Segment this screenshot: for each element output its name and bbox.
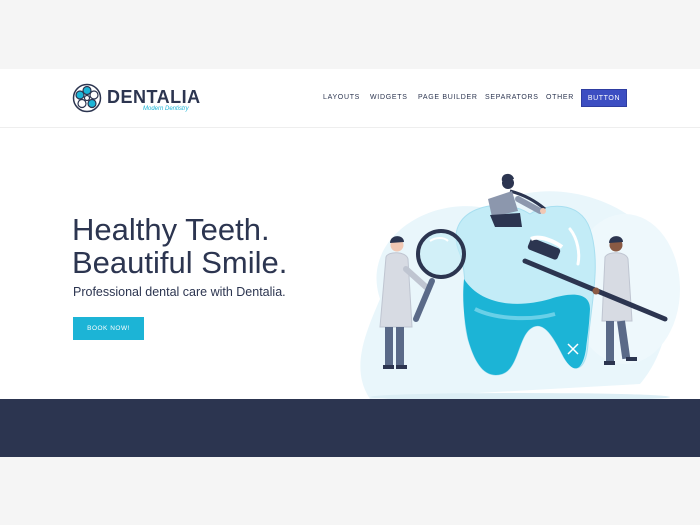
nav-item-layouts[interactable]: LAYOUTS xyxy=(323,94,360,101)
dentists-tooth-illustration-icon xyxy=(360,173,680,401)
hero-subtitle: Professional dental care with Dentalia. xyxy=(73,285,286,299)
nav-item-other[interactable]: OTHER xyxy=(546,94,574,101)
hero-title: Healthy Teeth. Beautiful Smile. xyxy=(72,213,287,279)
header-button[interactable]: BUTTON xyxy=(581,89,627,107)
book-now-button[interactable]: BOOK NOW! xyxy=(73,317,144,340)
hero-title-line-1: Healthy Teeth. xyxy=(72,212,270,247)
nav-item-widgets[interactable]: WIDGETS xyxy=(370,94,408,101)
hero-title-line-2: Beautiful Smile. xyxy=(72,245,288,280)
nav-item-separators[interactable]: SEPARATORS xyxy=(485,94,539,101)
footer-band xyxy=(0,399,700,457)
site-header: DENTALIA Modern Dentistry LAYOUTS WIDGET… xyxy=(0,69,700,128)
nav-item-page-builder[interactable]: PAGE BUILDER xyxy=(418,94,478,101)
tooth-flower-logo-icon xyxy=(72,83,102,113)
brand-name: DENTALIA xyxy=(107,87,201,107)
brand-tagline: Modern Dentistry xyxy=(143,106,189,112)
page: DENTALIA Modern Dentistry LAYOUTS WIDGET… xyxy=(0,69,700,457)
